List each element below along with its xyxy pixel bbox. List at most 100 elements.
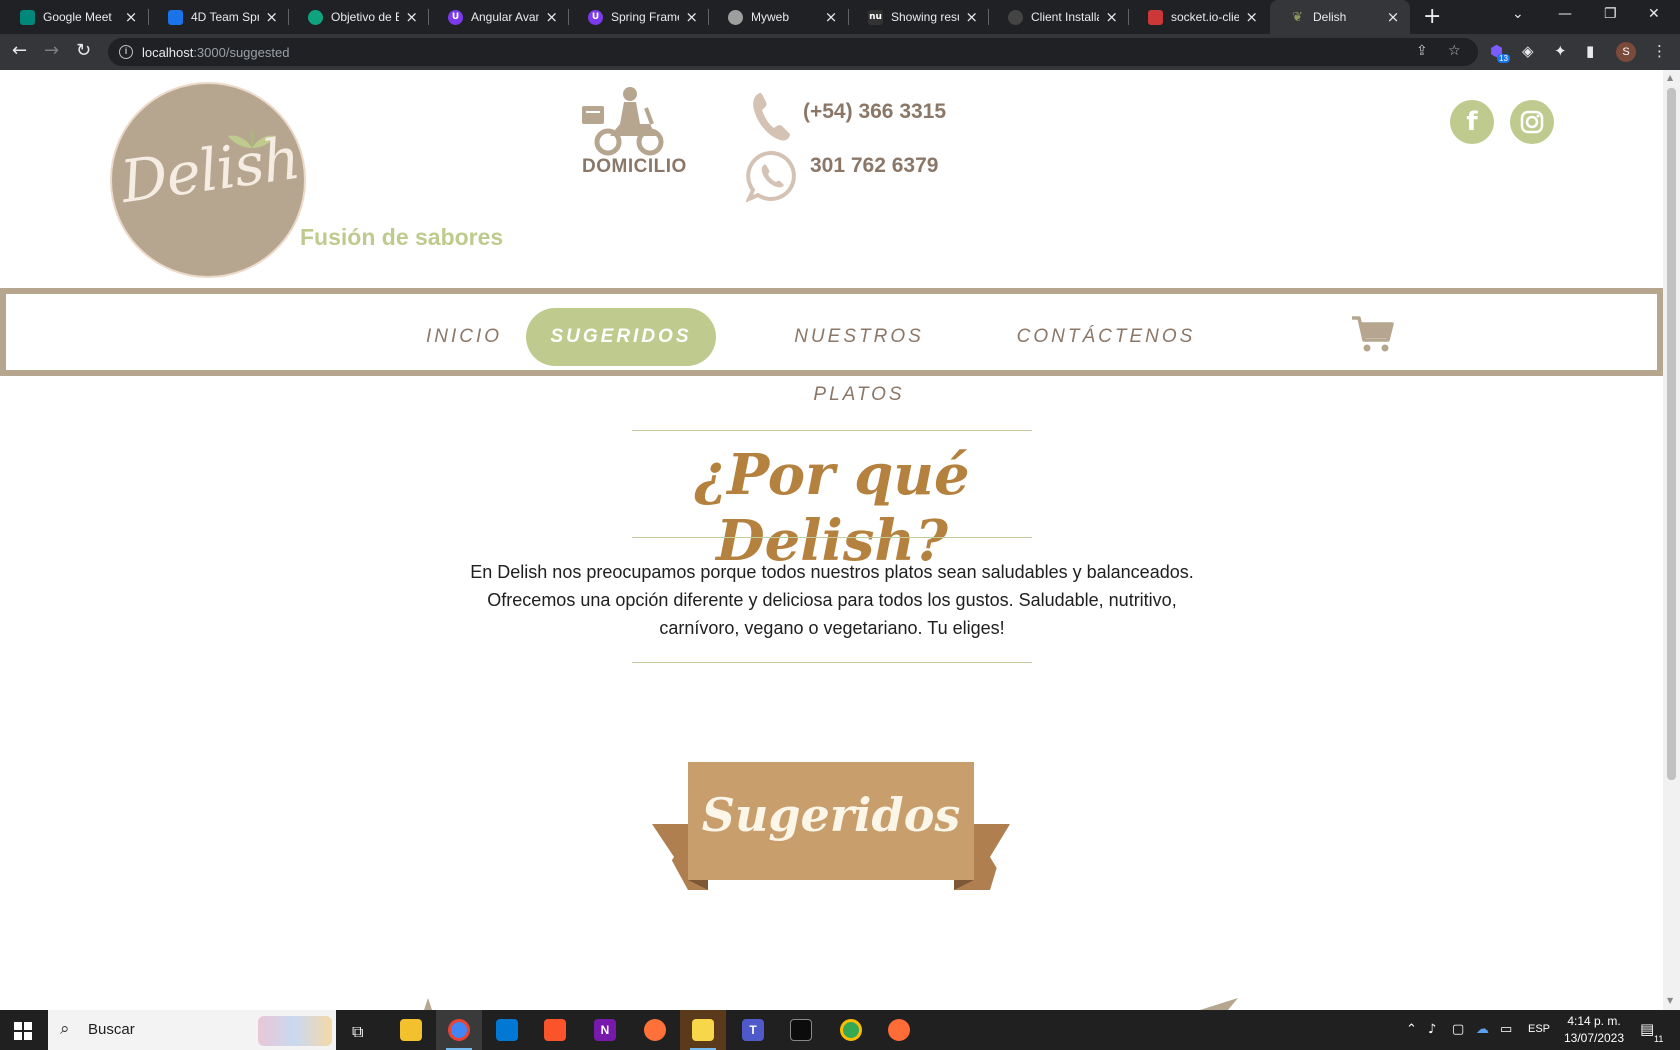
nav-item-sugeridos[interactable]: SUGERIDOS — [526, 308, 716, 366]
onedrive-icon[interactable]: ☁ — [1476, 1022, 1489, 1037]
back-button[interactable]: ← — [12, 40, 27, 61]
close-icon[interactable]: × — [405, 8, 418, 26]
browser-tab[interactable]: nu Showing resul × — [848, 0, 988, 34]
phone-number[interactable]: (+54) 366 3315 — [803, 100, 946, 124]
forward-button[interactable]: → — [44, 40, 59, 61]
clock-date: 13/07/2023 — [1563, 1031, 1625, 1045]
teams-app[interactable]: T — [730, 1010, 776, 1050]
bookmark-star-icon[interactable]: ☆ — [1448, 43, 1461, 59]
windows-start-icon[interactable] — [14, 1022, 32, 1040]
close-icon[interactable]: × — [1245, 8, 1258, 26]
windows-taskbar: ⌕ Buscar ⧉ N T ⌃ ♪ ▢ ☁ ▭ ESP 4:14 p. m. … — [0, 1010, 1680, 1050]
logo[interactable]: Delish — [110, 82, 306, 278]
file-explorer-app[interactable] — [388, 1010, 434, 1050]
url-text[interactable]: localhost:3000/suggested — [142, 45, 289, 60]
system-clock[interactable]: 4:14 p. m. 13/07/2023 — [1562, 1013, 1626, 1047]
section-title: ¿Por qué Delish? — [694, 442, 970, 574]
browser-tab[interactable]: Google Meet × — [0, 0, 148, 34]
volume-icon[interactable]: ♪ — [1428, 1022, 1436, 1037]
brave-app[interactable] — [532, 1010, 578, 1050]
tab-search-icon[interactable]: ⌄ — [1512, 6, 1524, 22]
postman-app[interactable] — [876, 1010, 922, 1050]
address-bar[interactable]: i localhost:3000/suggested ⇪ ☆ — [108, 38, 1478, 66]
tab-title: 4D Team Sprin — [191, 10, 260, 24]
tab-title: Objetivo de Ba — [331, 10, 400, 24]
meet-now-icon[interactable]: ▢ — [1452, 1022, 1464, 1037]
close-icon[interactable]: × — [824, 8, 838, 26]
udemy-icon: U — [448, 9, 463, 25]
new-tab-button[interactable]: + — [1423, 4, 1441, 29]
browser-tab[interactable]: U Angular Avanz × — [428, 0, 568, 34]
notification-icon[interactable]: ▤ — [1640, 1020, 1654, 1038]
decorative-shape — [1200, 998, 1238, 1010]
side-panel-icon[interactable]: ▮ — [1586, 42, 1594, 60]
extension-icon[interactable]: ◈ — [1522, 42, 1534, 60]
search-highlight-image — [258, 1016, 332, 1046]
tab-title: Spring Framew — [611, 10, 679, 24]
taskbar-search[interactable]: ⌕ Buscar — [48, 1010, 336, 1050]
nav-item-inicio[interactable]: INICIO — [414, 308, 514, 366]
avatar[interactable]: S — [1616, 42, 1636, 62]
scrollbar-thumb[interactable] — [1667, 88, 1676, 780]
close-icon[interactable]: × — [1105, 8, 1118, 26]
close-icon[interactable]: × — [545, 8, 558, 26]
browser-tab[interactable]: Client Installat × — [988, 0, 1128, 34]
logo-text: Delish — [116, 123, 304, 217]
close-window-button[interactable]: ✕ — [1648, 6, 1660, 22]
task-view-icon[interactable]: ⧉ — [352, 1022, 363, 1042]
browser-tab[interactable]: U Spring Framew × — [568, 0, 708, 34]
chrome-app[interactable] — [828, 1010, 874, 1050]
tagline: Fusión de sabores — [300, 224, 504, 250]
facebook-button[interactable]: f — [1450, 100, 1494, 144]
close-icon[interactable]: × — [265, 8, 278, 26]
tab-title: Angular Avanz — [471, 10, 540, 24]
scroll-down-arrow[interactable]: ▼ — [1667, 996, 1673, 1005]
browser-tab-active[interactable]: ❦ Delish × — [1270, 0, 1410, 34]
chrome-app[interactable] — [436, 1010, 482, 1050]
nav-item-contactenos[interactable]: CONTÁCTENOS — [1006, 308, 1206, 366]
delish-leaf-icon: ❦ — [1292, 9, 1303, 25]
whatsapp-number[interactable]: 301 762 6379 — [810, 154, 938, 178]
browser-tab[interactable]: Myweb × — [708, 0, 848, 34]
extension-badge: 13 — [1497, 54, 1510, 63]
section-description: En Delish nos preocupamos porque todos n… — [470, 562, 1194, 638]
minimize-button[interactable]: — — [1558, 6, 1572, 22]
chevron-up-icon[interactable]: ⌃ — [1406, 1022, 1417, 1037]
vscode-app[interactable] — [484, 1010, 530, 1050]
phone-icon — [753, 92, 790, 141]
divider — [632, 537, 1032, 538]
network-icon[interactable]: ▭ — [1500, 1022, 1512, 1037]
tab-title: socket.io-clien — [1171, 10, 1240, 24]
puzzle-icon[interactable]: ✦ — [1554, 42, 1567, 60]
info-icon[interactable]: i — [119, 45, 133, 59]
restore-button[interactable]: ❐ — [1604, 6, 1617, 22]
close-icon[interactable]: × — [1386, 8, 1400, 26]
nu-icon: nu — [868, 9, 883, 25]
share-icon[interactable]: ⇪ — [1416, 43, 1428, 59]
close-icon[interactable]: × — [124, 8, 138, 26]
ribbon-label: Sugeridos — [701, 788, 961, 842]
browser-tab[interactable]: 4D Team Sprin × — [148, 0, 288, 34]
instagram-button[interactable] — [1510, 100, 1554, 144]
cart-icon[interactable] — [1350, 314, 1394, 354]
tab-strip: Google Meet × 4D Team Sprin × Objetivo d… — [0, 0, 1680, 34]
whatsapp-icon — [746, 150, 796, 202]
browser-toolbar: ← → ↻ i localhost:3000/suggested ⇪ ☆ ⬢ 1… — [0, 34, 1680, 70]
menu-icon[interactable]: ⋮ — [1652, 42, 1667, 60]
reload-button[interactable]: ↻ — [76, 40, 91, 61]
close-icon[interactable]: × — [685, 8, 698, 26]
sticky-notes-app[interactable] — [680, 1010, 726, 1050]
close-icon[interactable]: × — [965, 8, 978, 26]
browser-tab[interactable]: Objetivo de Ba × — [288, 0, 428, 34]
firefox-app[interactable] — [632, 1010, 678, 1050]
language-indicator[interactable]: ESP — [1528, 1023, 1550, 1035]
browser-tab[interactable]: socket.io-clien × — [1128, 0, 1268, 34]
nav-item-nuestros-platos[interactable]: NUESTROS PLATOS — [746, 308, 972, 405]
terminal-app[interactable] — [778, 1010, 824, 1050]
onenote-app[interactable]: N — [582, 1010, 628, 1050]
scroll-up-arrow[interactable]: ▲ — [1667, 73, 1673, 82]
delivery-scooter-icon — [582, 87, 664, 156]
page-scrollbar[interactable]: ▲ ▼ — [1663, 70, 1680, 1010]
clock-time: 4:14 p. m. — [1567, 1014, 1621, 1028]
url-host: localhost — [142, 45, 194, 60]
